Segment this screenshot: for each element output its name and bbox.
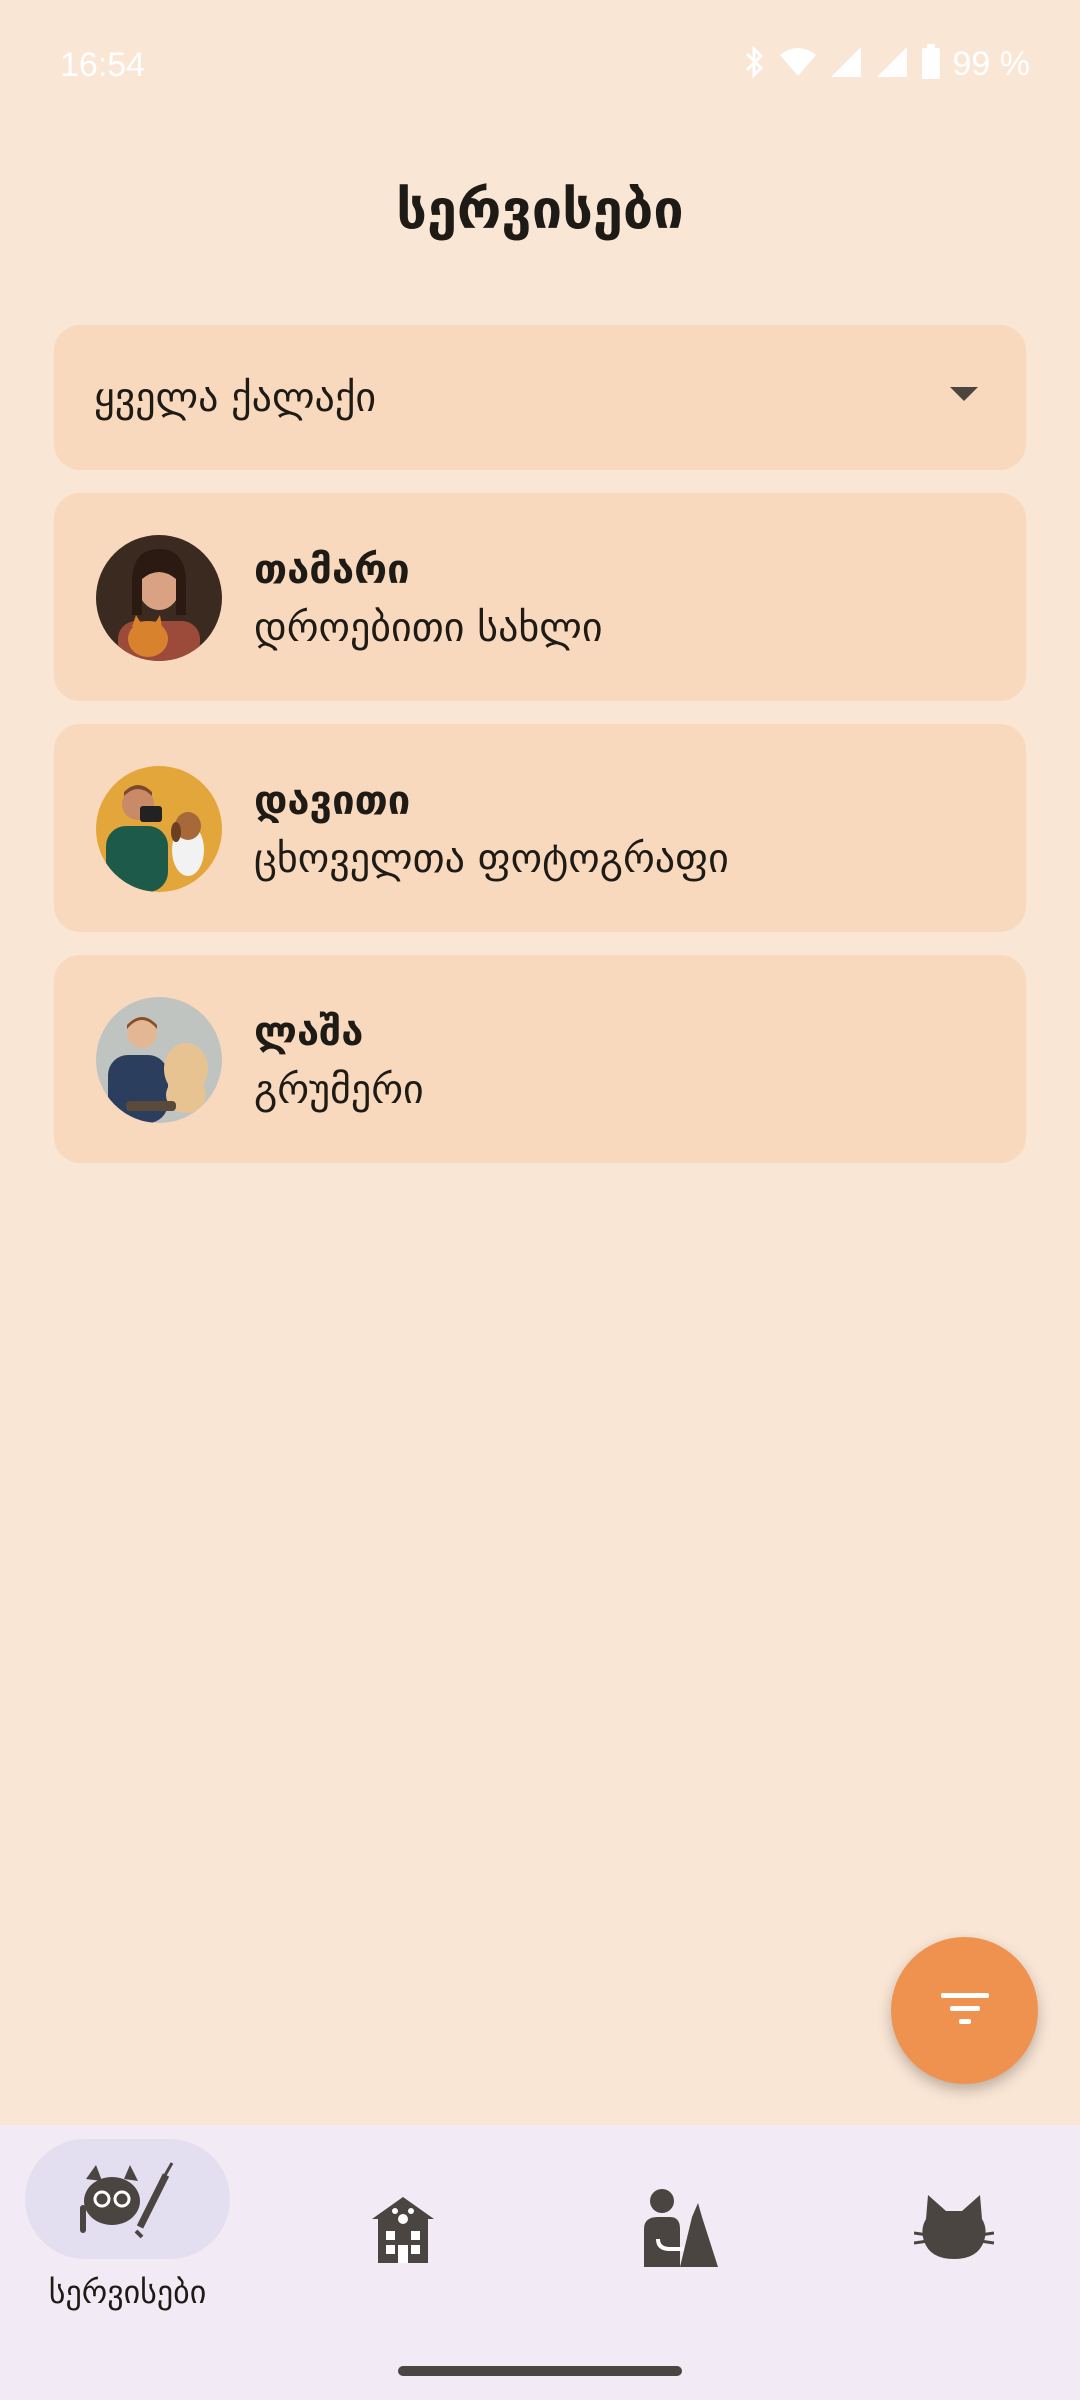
city-dropdown-value: ყველა ქალაქი bbox=[94, 375, 377, 421]
service-role: ცხოველთა ფოტოგრაფი bbox=[254, 836, 729, 882]
wifi-icon bbox=[779, 46, 817, 82]
avatar bbox=[96, 766, 222, 892]
service-role: დროებითი სახლი bbox=[254, 605, 603, 651]
filter-icon bbox=[940, 1989, 990, 2033]
service-name: ლაშა bbox=[254, 1009, 364, 1055]
bluetooth-icon bbox=[741, 45, 767, 83]
nav-item-services[interactable]: სერვისები bbox=[0, 2125, 270, 2325]
nav-label-services: სერვისები bbox=[48, 2273, 207, 2311]
nav-item-cats[interactable] bbox=[810, 2125, 1080, 2325]
service-card[interactable]: თამარი დროებითი სახლი bbox=[54, 493, 1026, 701]
pet-sitter-icon bbox=[640, 2187, 720, 2273]
nav-item-sitter[interactable] bbox=[540, 2125, 810, 2325]
service-name: დავითი bbox=[254, 778, 411, 824]
dropdown-arrow-icon bbox=[950, 387, 978, 401]
service-name: თამარი bbox=[254, 547, 410, 593]
bottom-navigation: სერვისები bbox=[0, 2125, 1080, 2400]
service-card[interactable]: ლაშა გრუმერი bbox=[54, 955, 1026, 1163]
signal-icon bbox=[829, 45, 863, 83]
status-icons: 99 % bbox=[741, 44, 1031, 84]
signal-icon-2 bbox=[875, 45, 909, 83]
avatar bbox=[96, 535, 222, 661]
cat-icon bbox=[913, 2193, 995, 2267]
battery-percent: 99 % bbox=[952, 44, 1031, 83]
avatar bbox=[96, 997, 222, 1123]
nav-item-shelter[interactable] bbox=[270, 2125, 540, 2325]
status-time: 16:54 bbox=[60, 46, 146, 84]
pet-shelter-icon bbox=[370, 2195, 436, 2269]
battery-icon bbox=[921, 44, 941, 84]
service-card[interactable]: დავითი ცხოველთა ფოტოგრაფი bbox=[54, 724, 1026, 932]
page-title: სერვისები bbox=[396, 178, 684, 241]
filter-fab-button[interactable] bbox=[891, 1937, 1038, 2084]
services-cat-icon bbox=[80, 2161, 175, 2245]
home-indicator[interactable] bbox=[398, 2366, 682, 2376]
city-dropdown[interactable]: ყველა ქალაქი bbox=[54, 325, 1026, 470]
status-bar: 16:54 99 % bbox=[0, 0, 1080, 135]
service-role: გრუმერი bbox=[254, 1067, 424, 1113]
